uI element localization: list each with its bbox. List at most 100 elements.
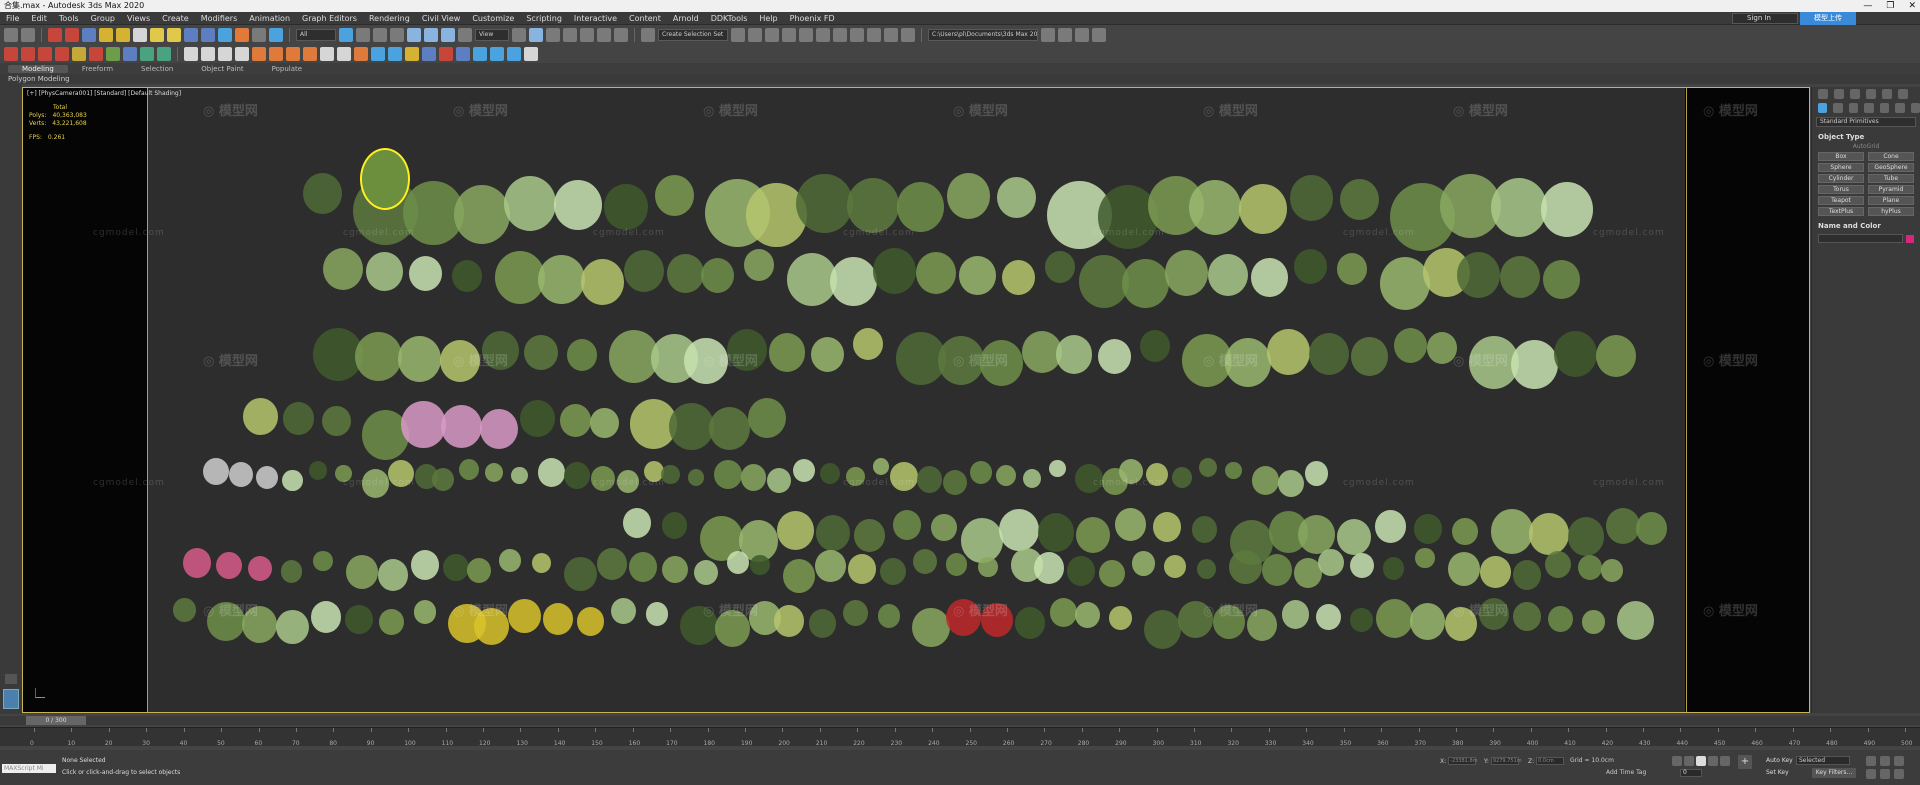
tab-freeform[interactable]: Freeform [68,65,127,73]
plant-model[interactable] [499,549,521,572]
plant-model[interactable] [1097,339,1132,374]
schematic-view-icon[interactable] [816,27,830,42]
plant-model[interactable] [452,260,482,292]
plant-model[interactable] [564,462,591,489]
flame-icon[interactable] [354,46,368,61]
systems-icon[interactable] [1910,103,1920,113]
plant-model[interactable] [1393,328,1427,363]
plant-model[interactable] [1543,260,1580,299]
plant-model[interactable] [740,464,767,491]
plant-model[interactable] [1606,508,1640,544]
plant-model[interactable] [1114,508,1146,541]
pan-icon[interactable] [1880,769,1890,779]
menu-customize[interactable]: Customize [466,14,520,23]
select-object-icon[interactable] [339,27,353,42]
gear-icon[interactable] [72,46,86,61]
move-icon[interactable] [407,27,421,42]
plant-model[interactable] [355,332,402,381]
rendered-frame-icon[interactable] [867,27,881,42]
plant-model[interactable] [667,254,704,293]
plant-model[interactable] [896,182,945,233]
modify-tab-icon[interactable] [1834,89,1844,99]
plant-model[interactable] [366,252,403,291]
grid-icon[interactable] [123,46,137,61]
shapes-icon[interactable] [1833,103,1843,113]
motion-tab-icon[interactable] [1866,89,1876,99]
plant-model[interactable] [1002,260,1036,295]
plant-model[interactable] [1165,250,1209,296]
plant-model[interactable] [310,601,341,633]
plant-model[interactable] [1229,550,1262,585]
plant-model[interactable] [1315,604,1341,631]
plant-model[interactable] [694,560,719,586]
plant-model[interactable] [1350,553,1375,579]
zoom-icon[interactable] [1866,756,1876,766]
zoom-extents-icon[interactable] [1894,756,1904,766]
plant-model[interactable] [1153,512,1182,542]
menu-content[interactable]: Content [623,14,667,23]
menu-tools[interactable]: Tools [53,14,85,23]
cameras-icon[interactable] [1864,103,1874,113]
plant-model[interactable] [744,249,774,281]
reference-coord-dropdown[interactable]: View [475,28,509,41]
plant-model[interactable] [397,336,441,382]
plant-model[interactable] [604,184,648,230]
object-type-header[interactable]: Object Type [1812,129,1920,143]
plant-model[interactable] [215,552,242,580]
viewport-layout-icon[interactable] [3,689,19,709]
plant-model[interactable] [1500,256,1540,298]
foam-icon[interactable] [507,46,521,61]
scene-explorer-toggle-icon[interactable] [5,674,17,684]
x-field[interactable]: -23381.8m [1448,757,1478,765]
plant-model[interactable] [1189,180,1242,235]
plant-model[interactable] [913,549,937,575]
menu-file[interactable]: File [0,14,25,23]
time-slider[interactable]: 0 / 300 [0,716,1920,725]
plant-model[interactable] [1055,335,1093,374]
close-button[interactable]: ✕ [1908,0,1916,12]
plant-model[interactable] [1109,606,1132,630]
plant-model[interactable] [1076,517,1110,553]
plane-button[interactable]: Plane [1868,196,1914,205]
plant-model[interactable] [1457,252,1501,298]
snaps-icon[interactable] [563,27,577,42]
plant-model[interactable] [1037,513,1075,552]
upload-button[interactable]: 模型上传 [1800,12,1856,25]
plant-model[interactable] [1164,555,1186,578]
angle-snap-icon[interactable] [580,27,594,42]
plant-model[interactable] [1225,462,1242,480]
folder-project-icon[interactable] [1075,27,1089,42]
plant-model[interactable] [1336,519,1371,555]
y-field[interactable]: 9279.751m [1490,757,1522,765]
link-icon[interactable] [48,27,62,42]
camera-icon[interactable] [184,27,198,42]
set-key-mode-icon[interactable]: + [1738,755,1752,769]
plant-model[interactable] [410,550,439,580]
plant-model[interactable] [945,553,968,576]
plant-model[interactable] [564,557,597,592]
named-selection-dropdown[interactable]: Create Selection Set [658,28,728,41]
tab-object-paint[interactable]: Object Paint [187,65,257,73]
spinner-snap-icon[interactable] [614,27,628,42]
plant-model[interactable] [183,548,212,578]
plant-model[interactable] [846,178,899,233]
plant-model[interactable] [811,337,845,372]
plant-model[interactable] [1049,460,1066,478]
plant-model[interactable] [1339,179,1379,220]
ribbon-toggle-icon[interactable] [782,27,796,42]
maximize-button[interactable]: ❐ [1886,0,1894,12]
tab-populate[interactable]: Populate [258,65,316,73]
cone-button[interactable]: Cone [1868,152,1914,161]
render-icon[interactable] [884,27,898,42]
pyramid-button[interactable]: Pyramid [1868,185,1914,194]
plant-model[interactable] [458,459,479,481]
plant-model[interactable] [960,518,1003,563]
region-select-icon[interactable] [373,27,387,42]
time-slider-knob[interactable]: 0 / 300 [26,716,86,725]
plant-model[interactable] [1309,333,1349,375]
geometry-icon[interactable] [1818,103,1828,113]
undo-icon[interactable] [4,27,18,42]
object-color-swatch[interactable] [1906,234,1914,243]
box-icon[interactable] [456,46,470,61]
plant-model[interactable] [1480,556,1511,588]
